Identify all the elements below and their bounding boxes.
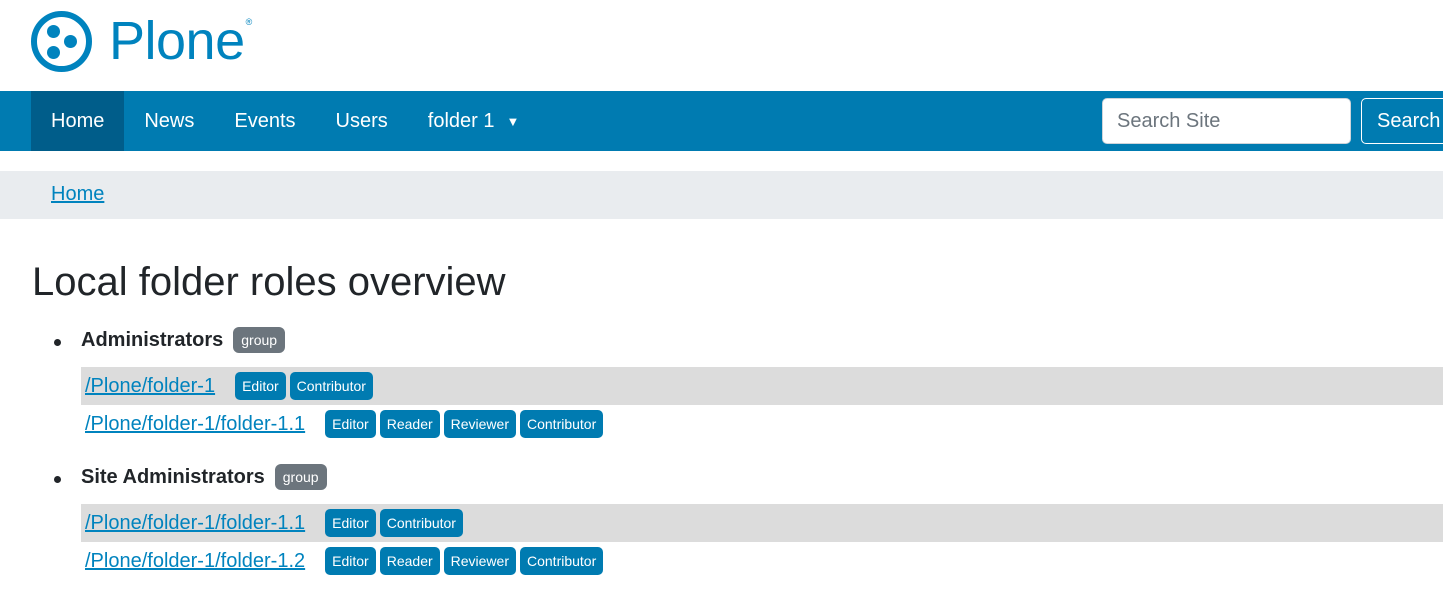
folder-path-link[interactable]: /Plone/folder-1/folder-1.2 <box>85 550 305 573</box>
folder-row: /Plone/folder-1 Editor Contributor <box>81 367 1443 405</box>
role-badge: Contributor <box>520 547 604 575</box>
dropdown-caret-icon[interactable]: ▼ <box>506 114 519 129</box>
role-badges: Editor Contributor <box>325 509 463 537</box>
nav-item-users[interactable]: Users <box>316 91 408 151</box>
nav-item-label: Home <box>51 109 105 132</box>
role-badge: Editor <box>325 509 376 537</box>
role-badge: Contributor <box>520 410 604 438</box>
folder-row: /Plone/folder-1/folder-1.1 Editor Reader… <box>81 405 1443 443</box>
breadcrumb: Home <box>0 171 1443 219</box>
role-badge: Editor <box>325 410 376 438</box>
group-badge: group <box>233 327 286 353</box>
plone-logo-icon <box>31 11 92 72</box>
group-heading: Administrators group <box>81 327 286 353</box>
role-badges: Editor Reader Reviewer Contributor <box>325 410 604 438</box>
folder-path-link[interactable]: /Plone/folder-1/folder-1.1 <box>85 512 305 535</box>
list-bullet <box>54 339 61 346</box>
nav-item-events[interactable]: Events <box>214 91 315 151</box>
nav-item-label: Events <box>234 109 296 132</box>
folder-row: /Plone/folder-1/folder-1.1 Editor Contri… <box>81 504 1443 542</box>
group-heading: Site Administrators group <box>81 464 327 490</box>
role-badges: Editor Contributor <box>235 372 373 400</box>
nav-list: Home News Events Users folder 1 ▼ <box>31 91 539 151</box>
folder-row: /Plone/folder-1/folder-1.2 Editor Reader… <box>81 542 1443 580</box>
role-badge: Contributor <box>289 372 373 400</box>
role-badge: Reviewer <box>443 547 516 575</box>
role-badge: Reviewer <box>443 410 516 438</box>
site-logo[interactable]: Plone® <box>31 11 252 72</box>
page-title: Local folder roles overview <box>32 260 506 304</box>
nav-item-label: News <box>144 109 195 132</box>
logo-wordmark: Plone® <box>109 14 252 68</box>
brand-name: Plone <box>109 10 245 71</box>
group-badge: group <box>274 464 327 490</box>
group-name: Site Administrators <box>81 465 265 488</box>
registered-mark: ® <box>245 16 253 27</box>
group-name: Administrators <box>81 328 224 351</box>
list-bullet <box>54 476 61 483</box>
nav-item-news[interactable]: News <box>124 91 214 151</box>
nav-item-label: folder 1 <box>427 109 495 132</box>
main-navigation: Home News Events Users folder 1 ▼ Search <box>0 91 1443 151</box>
nav-item-home[interactable]: Home <box>31 91 125 151</box>
nav-item-label: Users <box>335 109 388 132</box>
breadcrumb-home-link[interactable]: Home <box>51 183 104 206</box>
role-badge: Reader <box>379 547 440 575</box>
role-badges: Editor Reader Reviewer Contributor <box>325 547 604 575</box>
search-button[interactable]: Search <box>1361 98 1443 144</box>
site-header: Plone® <box>0 0 1443 91</box>
role-badge: Editor <box>235 372 286 400</box>
role-badge: Editor <box>325 547 376 575</box>
search-input[interactable] <box>1102 98 1351 144</box>
nav-item-folder-1[interactable]: folder 1 ▼ <box>408 91 540 151</box>
role-badge: Contributor <box>379 509 463 537</box>
folder-path-link[interactable]: /Plone/folder-1/folder-1.1 <box>85 413 305 436</box>
role-badge: Reader <box>379 410 440 438</box>
folder-path-link[interactable]: /Plone/folder-1 <box>85 375 215 398</box>
